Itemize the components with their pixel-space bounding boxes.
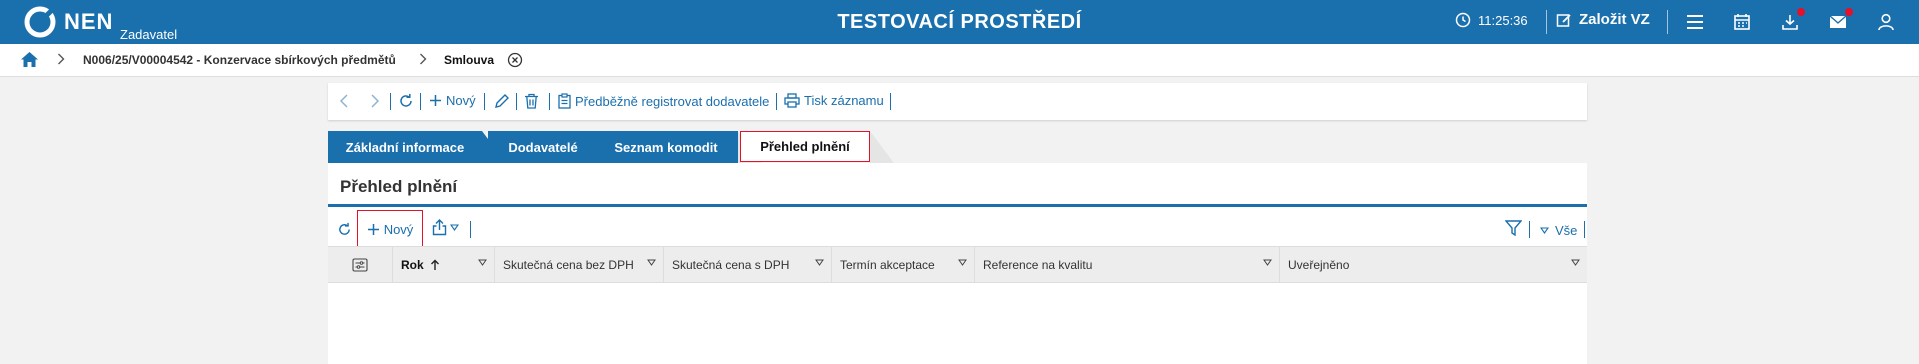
column-menu-icon [815, 259, 824, 266]
column-label: Reference na kvalitu [983, 257, 1093, 272]
header-divider [1546, 10, 1547, 34]
grid-toolbar: Vše [328, 211, 1587, 247]
download-notification-dot [1797, 8, 1805, 16]
column-menu-icon [647, 259, 656, 266]
create-vz-label: Založit VZ [1579, 11, 1650, 28]
toolbar-divider [549, 93, 550, 110]
column-settings-icon[interactable] [328, 247, 393, 282]
toolbar-divider [390, 93, 391, 110]
tab-tail [870, 131, 894, 163]
tab-label: Seznam komodit [614, 139, 718, 155]
header-divider [1667, 10, 1668, 34]
table-header: Rok Skutečná cena bez DPH Skutečná cena … [328, 246, 1587, 283]
toolbar-divider [516, 93, 517, 110]
menu-icon[interactable] [1684, 11, 1706, 33]
column-label: Rok [401, 257, 424, 272]
edit-icon[interactable] [494, 93, 510, 109]
home-icon[interactable] [20, 51, 39, 68]
table-body [328, 282, 1587, 364]
refresh-icon[interactable] [398, 93, 414, 109]
column-label: Skutečná cena bez DPH [503, 257, 634, 272]
column-acceptance-date[interactable]: Termín akceptace [832, 247, 975, 282]
column-label: Termín akceptace [840, 257, 935, 272]
column-menu-icon [958, 259, 967, 266]
clock-time: 11:25:36 [1478, 12, 1528, 28]
view-filter-select[interactable]: Vše [1540, 223, 1577, 238]
top-bar: NEN Zadavatel TESTOVACÍ PROSTŘEDÍ 11:25:… [0, 0, 1919, 44]
plus-icon [430, 95, 441, 106]
column-label: Uveřejněno [1288, 257, 1350, 272]
column-rok[interactable]: Rok [393, 247, 495, 282]
print-record-label: Tisk záznamu [804, 93, 884, 108]
export-icon [432, 219, 447, 236]
preregister-supplier-label: Předběžně registrovat dodavatele [575, 93, 770, 109]
column-actual-price-with-vat[interactable]: Skutečná cena s DPH [664, 247, 832, 282]
add-performance-button[interactable]: Nový [357, 210, 423, 248]
column-published[interactable]: Uveřejněno [1280, 247, 1587, 282]
toolbar-divider [1584, 221, 1585, 238]
column-menu-icon [1571, 259, 1580, 266]
tab-commodities[interactable]: Seznam komodit [594, 131, 738, 163]
tab-basic-info[interactable]: Základní informace [328, 131, 482, 163]
refresh-icon[interactable] [337, 222, 352, 237]
mail-icon[interactable] [1827, 8, 1853, 33]
delete-icon[interactable] [524, 93, 539, 109]
export-button[interactable] [432, 219, 459, 236]
user-icon[interactable] [1875, 11, 1897, 33]
edit-icon [1556, 12, 1572, 28]
filter-icon[interactable] [1505, 220, 1522, 236]
chevron-right-icon [57, 53, 65, 65]
preregister-supplier-button[interactable]: Předběžně registrovat dodavatele [558, 93, 769, 109]
new-record-label: Nový [446, 93, 476, 108]
column-label: Skutečná cena s DPH [672, 257, 790, 272]
plus-icon [367, 223, 379, 235]
tab-label: Přehled plnění [760, 139, 850, 154]
close-icon[interactable] [507, 52, 523, 68]
next-record-button[interactable] [370, 93, 380, 109]
download-icon[interactable] [1779, 8, 1805, 33]
nen-logo-icon[interactable] [23, 5, 57, 39]
session-clock: 11:25:36 [1455, 12, 1528, 28]
column-quality-reference[interactable]: Reference na kvalitu [975, 247, 1280, 282]
section-divider [328, 204, 1587, 207]
column-actual-price-without-vat[interactable]: Skutečná cena bez DPH [495, 247, 664, 282]
toolbar-divider [470, 221, 471, 238]
tab-label: Dodavatelé [508, 139, 578, 155]
tab-suppliers[interactable]: Dodavatelé [488, 131, 598, 163]
column-menu-icon [1263, 259, 1272, 266]
clock-icon [1455, 12, 1471, 28]
add-performance-label: Nový [383, 221, 414, 237]
caret-down-icon [450, 224, 459, 231]
previous-record-button[interactable] [339, 93, 349, 109]
toolbar-divider [776, 93, 777, 110]
logo-text: NEN [64, 9, 114, 34]
toolbar-divider [484, 93, 485, 110]
calendar-icon[interactable] [1731, 11, 1753, 33]
breadcrumb-item-current: Smlouva [444, 53, 495, 67]
clipboard-icon [558, 93, 571, 109]
section-title: Přehled plnění [340, 177, 458, 196]
caret-down-icon [1540, 227, 1549, 234]
breadcrumb: N006/25/V00004542 - Konzervace sbírkovýc… [0, 44, 1919, 77]
performance-overview-panel: Přehled plnění Vše Nový Rok Skutečná cen… [328, 163, 1587, 364]
toolbar-divider [1529, 221, 1530, 238]
toolbar-divider [420, 93, 421, 110]
tab-label: Základní informace [345, 139, 465, 155]
tab-performance-overview[interactable]: Přehled plnění [740, 131, 870, 162]
record-toolbar: Nový Předběžně registrovat dodavatele Ti… [328, 83, 1587, 120]
chevron-right-icon [419, 53, 427, 65]
column-menu-icon [478, 259, 487, 266]
logo-subtitle: Zadavatel [120, 27, 178, 42]
toolbar-divider [890, 93, 891, 110]
mail-notification-dot [1845, 8, 1853, 16]
breadcrumb-item-tender[interactable]: N006/25/V00004542 - Konzervace sbírkovýc… [83, 53, 396, 67]
view-filter-value: Vše [1555, 223, 1578, 238]
print-record-button[interactable]: Tisk záznamu [784, 93, 884, 108]
sort-ascending-icon [430, 259, 439, 270]
create-vz-button[interactable]: Založit VZ [1556, 11, 1650, 28]
new-record-button[interactable]: Nový [429, 93, 476, 108]
printer-icon [784, 93, 800, 108]
